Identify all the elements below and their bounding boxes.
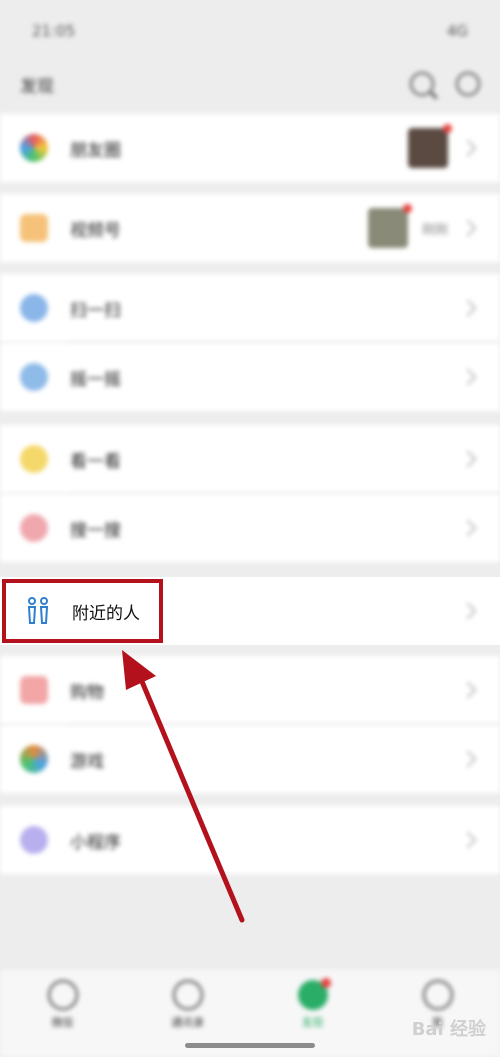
avatar — [408, 124, 452, 168]
top-stories-icon — [20, 445, 48, 473]
chevron-right-icon — [459, 519, 477, 537]
profile-icon — [422, 980, 453, 1010]
chevron-right-icon — [459, 681, 477, 699]
tab-label: 发现 — [301, 1016, 324, 1029]
row-label: 搜一搜 — [70, 520, 121, 541]
shopping-icon — [20, 676, 48, 704]
tab-discover[interactable]: 发现 — [273, 978, 353, 1030]
search-icon[interactable] — [410, 72, 434, 96]
channels-icon — [20, 214, 48, 242]
badge-dot — [320, 978, 331, 988]
chat-icon — [47, 980, 78, 1010]
search-feature-icon — [20, 514, 48, 542]
chevron-right-icon — [459, 299, 477, 317]
row-scan[interactable]: 扫一扫 — [0, 274, 500, 342]
status-bar: 21:05 4G — [0, 0, 500, 62]
status-time: 21:05 — [32, 22, 76, 40]
tab-label: 通讯录 — [171, 1016, 204, 1029]
page-title: 发现 — [20, 76, 54, 97]
tab-label: 微信 — [51, 1016, 74, 1029]
time-tag: 刚刚 — [421, 222, 448, 238]
moments-icon — [20, 134, 48, 162]
channel-thumbnail — [367, 204, 412, 248]
row-label: 视频号 — [70, 220, 121, 241]
row-label: 游戏 — [70, 751, 104, 772]
chevron-right-icon — [459, 602, 477, 620]
contacts-icon — [172, 980, 203, 1010]
highlight-box — [2, 579, 163, 643]
status-network: 4G — [446, 22, 468, 40]
add-icon[interactable] — [456, 72, 480, 96]
row-label: 看一看 — [70, 451, 121, 472]
home-indicator — [185, 1043, 315, 1048]
chevron-right-icon — [459, 368, 477, 386]
row-label: 小程序 — [70, 832, 121, 853]
row-shake[interactable]: 摇一摇 — [0, 343, 500, 411]
row-top-stories[interactable]: 看一看 — [0, 425, 500, 493]
tab-contacts[interactable]: 通讯录 — [148, 980, 228, 1030]
row-games[interactable]: 游戏 — [0, 725, 500, 793]
row-shopping[interactable]: 购物 — [0, 656, 500, 724]
tab-chats[interactable]: 微信 — [23, 980, 103, 1030]
badge-dot — [402, 204, 412, 213]
row-channels[interactable]: 视频号 刚刚 — [0, 194, 500, 262]
row-mini-programs[interactable]: 小程序 — [0, 806, 500, 874]
row-label: 购物 — [70, 682, 104, 703]
row-search[interactable]: 搜一搜 — [0, 494, 500, 562]
games-icon — [20, 745, 48, 773]
mini-programs-icon — [20, 826, 48, 854]
chevron-right-icon — [459, 831, 477, 849]
scan-icon — [20, 294, 48, 322]
chevron-right-icon — [459, 450, 477, 468]
chevron-right-icon — [459, 139, 477, 157]
row-label: 摇一摇 — [70, 369, 121, 390]
page-header: 发现 — [0, 62, 500, 106]
row-moments[interactable]: 朋友圈 — [0, 114, 500, 182]
discover-icon — [297, 978, 331, 1010]
watermark: Bai 经验 — [411, 1019, 486, 1040]
shake-icon — [20, 363, 48, 391]
badge-dot — [443, 124, 452, 133]
chevron-right-icon — [459, 219, 477, 237]
row-label: 朋友圈 — [70, 140, 121, 161]
chevron-right-icon — [459, 750, 477, 768]
row-label: 扫一扫 — [70, 300, 121, 321]
